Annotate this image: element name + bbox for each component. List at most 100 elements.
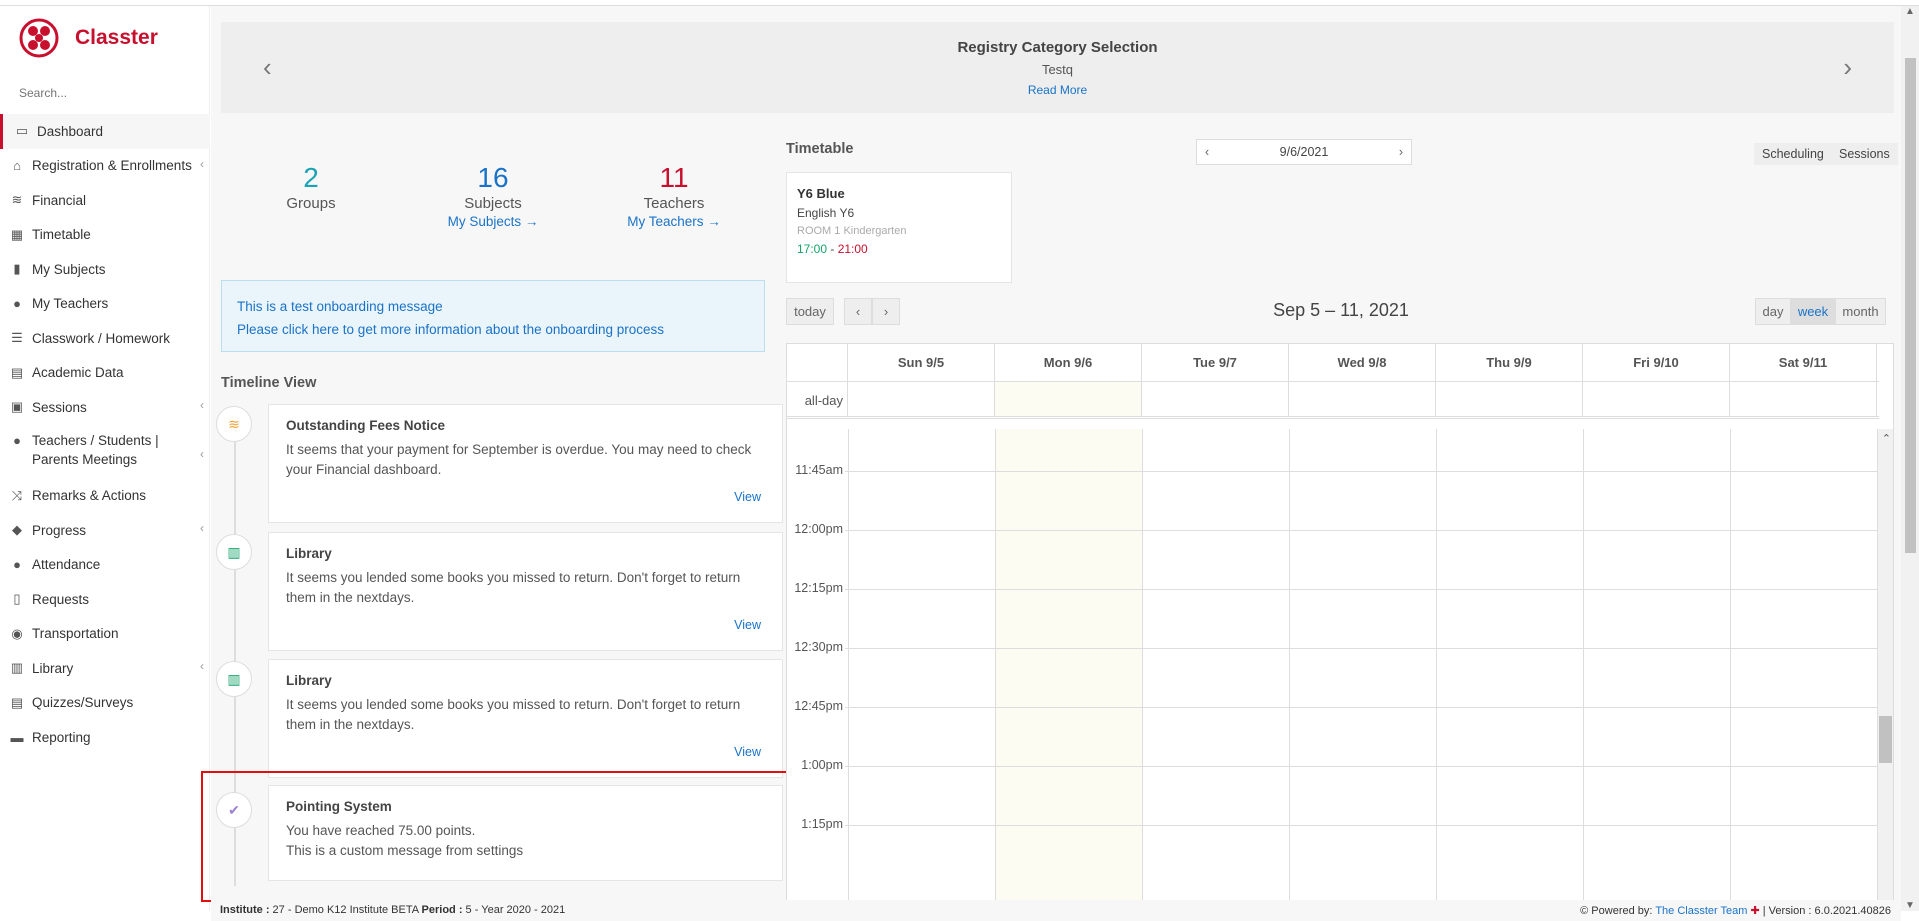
sidebar-item-sessions[interactable]: ▣ Sessions ‹: [0, 390, 210, 425]
calendar-scroll-thumb[interactable]: [1879, 716, 1892, 763]
onboarding-link[interactable]: Please click here to get more informatio…: [237, 318, 749, 341]
scroll-up-icon[interactable]: ⌃: [1882, 432, 1891, 445]
announcement-carousel: ‹ Registry Category Selection Testq Read…: [221, 22, 1894, 113]
all-day-cell[interactable]: [1142, 382, 1289, 416]
all-day-cell[interactable]: [1436, 382, 1583, 416]
date-next-button[interactable]: ›: [1399, 145, 1403, 159]
view-link[interactable]: View: [734, 745, 761, 759]
scroll-up-icon[interactable]: ▲: [1905, 6, 1915, 17]
scroll-down-icon[interactable]: ▼: [1905, 900, 1915, 911]
sidebar-item-classwork[interactable]: ☰ Classwork / Homework: [0, 321, 210, 356]
page-scrollbar[interactable]: ▲ ▼: [1901, 6, 1919, 911]
logo[interactable]: Classter: [19, 16, 158, 60]
read-more-link[interactable]: Read More: [221, 83, 1894, 97]
sidebar-item-transportation[interactable]: ◉ Transportation: [0, 617, 210, 652]
view-week-button[interactable]: week: [1791, 298, 1835, 325]
sidebar-item-requests[interactable]: ▯ Requests: [0, 582, 210, 617]
day-header: Sat 9/11: [1730, 344, 1877, 381]
all-day-cell[interactable]: [1583, 382, 1730, 416]
today-button[interactable]: today: [786, 298, 834, 325]
sidebar-item-progress[interactable]: ◆ Progress ‹: [0, 513, 210, 548]
period-label: Period :: [421, 904, 463, 916]
sidebar-item-quizzes[interactable]: ▤ Quizzes/Surveys: [0, 686, 210, 721]
check-badge-icon: ✔: [216, 792, 252, 828]
session-card[interactable]: Y6 Blue English Y6 ROOM 1 Kindergarten 1…: [786, 172, 1012, 283]
session-start: 17:00: [797, 242, 828, 256]
time-label: 1:15pm: [787, 817, 845, 831]
stat-subjects: 16 Subjects My Subjects →: [423, 161, 563, 231]
my-teachers-link[interactable]: My Teachers →: [604, 213, 744, 231]
institution-icon: ⌂: [13, 158, 21, 174]
sidebar-item-label: Registration & Enrollments: [32, 158, 192, 174]
version-text: | Version : 6.0.2021.40826: [1759, 905, 1891, 917]
timeline-card-title: Outstanding Fees Notice: [286, 418, 446, 433]
timeline-card-library: Library It seems you lended some books y…: [268, 659, 783, 778]
sidebar-item-registration[interactable]: ⌂ Registration & Enrollments ‹: [0, 149, 210, 184]
calendar-next-button[interactable]: ›: [872, 298, 900, 325]
view-month-button[interactable]: month: [1835, 298, 1886, 325]
sidebar-item-my-teachers[interactable]: ● My Teachers: [0, 287, 210, 322]
calendar-prev-button[interactable]: ‹: [844, 298, 872, 325]
sidebar-item-label: My Subjects: [32, 261, 106, 277]
stat-groups: 2 Groups: [241, 161, 381, 213]
sessions-button[interactable]: Sessions: [1831, 143, 1898, 165]
date-navigator: ‹ 9/6/2021 ›: [1196, 139, 1412, 165]
sidebar-item-reporting[interactable]: ▬ Reporting: [0, 720, 210, 755]
chevron-left-icon: ‹: [200, 521, 204, 535]
footer-info: Institute : 27 - Demo K12 Institute BETA…: [220, 904, 565, 916]
sidebar-item-meetings[interactable]: ● Teachers / Students | Parents Meetings ‹: [0, 425, 210, 479]
day-header: Mon 9/6: [995, 344, 1142, 381]
sidebar-item-timetable[interactable]: ▦ Timetable: [0, 218, 210, 253]
main-content: ‹ Registry Category Selection Testq Read…: [201, 6, 1901, 906]
search-input[interactable]: [19, 86, 189, 100]
day-header: Wed 9/8: [1289, 344, 1436, 381]
sidebar-item-attendance[interactable]: ● Attendance: [0, 548, 210, 583]
all-day-cell[interactable]: [995, 382, 1142, 416]
classter-small-logo-icon: ✚: [1750, 905, 1760, 917]
sidebar-item-financial[interactable]: ≋ Financial: [0, 183, 210, 218]
view-link[interactable]: View: [734, 490, 761, 504]
sidebar-item-label: Classwork / Homework: [32, 330, 171, 346]
sidebar-item-label: Transportation: [32, 626, 119, 642]
date-prev-button[interactable]: ‹: [1205, 145, 1209, 159]
my-subjects-link[interactable]: My Subjects →: [423, 213, 563, 231]
chevron-left-icon: ‹: [200, 398, 204, 412]
view-day-button[interactable]: day: [1755, 298, 1791, 325]
timeline-card-body: You have reached 75.00 points.: [286, 823, 476, 838]
all-day-cell[interactable]: [1289, 382, 1436, 416]
carousel-next-button[interactable]: ›: [1843, 52, 1852, 83]
calendar-scrollbar[interactable]: [1878, 429, 1893, 903]
sidebar-item-my-subjects[interactable]: ▮ My Subjects: [0, 252, 210, 287]
stat-label: Groups: [286, 195, 336, 212]
time-row: 12:30pm: [787, 640, 1879, 707]
scheduling-button[interactable]: Scheduling: [1754, 143, 1832, 165]
sidebar-item-label: Teachers / Students | Parents Meetings: [32, 432, 159, 467]
graduation-cap-icon: ◆: [12, 522, 22, 538]
sidebar-item-dashboard[interactable]: ▭ Dashboard: [0, 114, 210, 149]
time-label: 12:45pm: [787, 699, 845, 713]
page-scroll-thumb[interactable]: [1905, 58, 1916, 553]
institute-label: Institute :: [220, 904, 270, 916]
timeline-card-library: Library It seems you lended some books y…: [268, 532, 783, 651]
date-value: 9/6/2021: [1279, 145, 1329, 159]
period-value: 5 - Year 2020 - 2021: [462, 904, 566, 916]
sidebar-item-label: Requests: [32, 591, 90, 607]
day-header: Thu 9/9: [1436, 344, 1583, 381]
timeline-title: Timeline View: [221, 375, 317, 391]
sidebar-item-label: Financial: [32, 192, 87, 208]
powered-by-text: Powered by:: [1591, 905, 1656, 917]
sidebar-item-library[interactable]: ▥ Library ‹: [0, 651, 210, 686]
all-day-cell[interactable]: [1730, 382, 1877, 416]
all-day-cell[interactable]: [848, 382, 995, 416]
classter-team-link[interactable]: The Classter Team: [1655, 905, 1747, 917]
time-label: 1:00pm: [787, 758, 845, 772]
sidebar-item-academic-data[interactable]: ▤ Academic Data: [0, 356, 210, 391]
chart-icon: ▤: [10, 364, 24, 380]
quiz-icon: ▤: [10, 694, 24, 710]
sidebar-item-label: Dashboard: [37, 123, 104, 139]
timeline-card-body: It seems you lended some books you misse…: [286, 570, 741, 605]
sidebar-item-remarks[interactable]: ⤨ Remarks & Actions: [0, 479, 210, 514]
sidebar-item-label: Remarks & Actions: [32, 488, 147, 504]
session-group: Y6 Blue: [797, 186, 845, 201]
view-link[interactable]: View: [734, 618, 761, 632]
